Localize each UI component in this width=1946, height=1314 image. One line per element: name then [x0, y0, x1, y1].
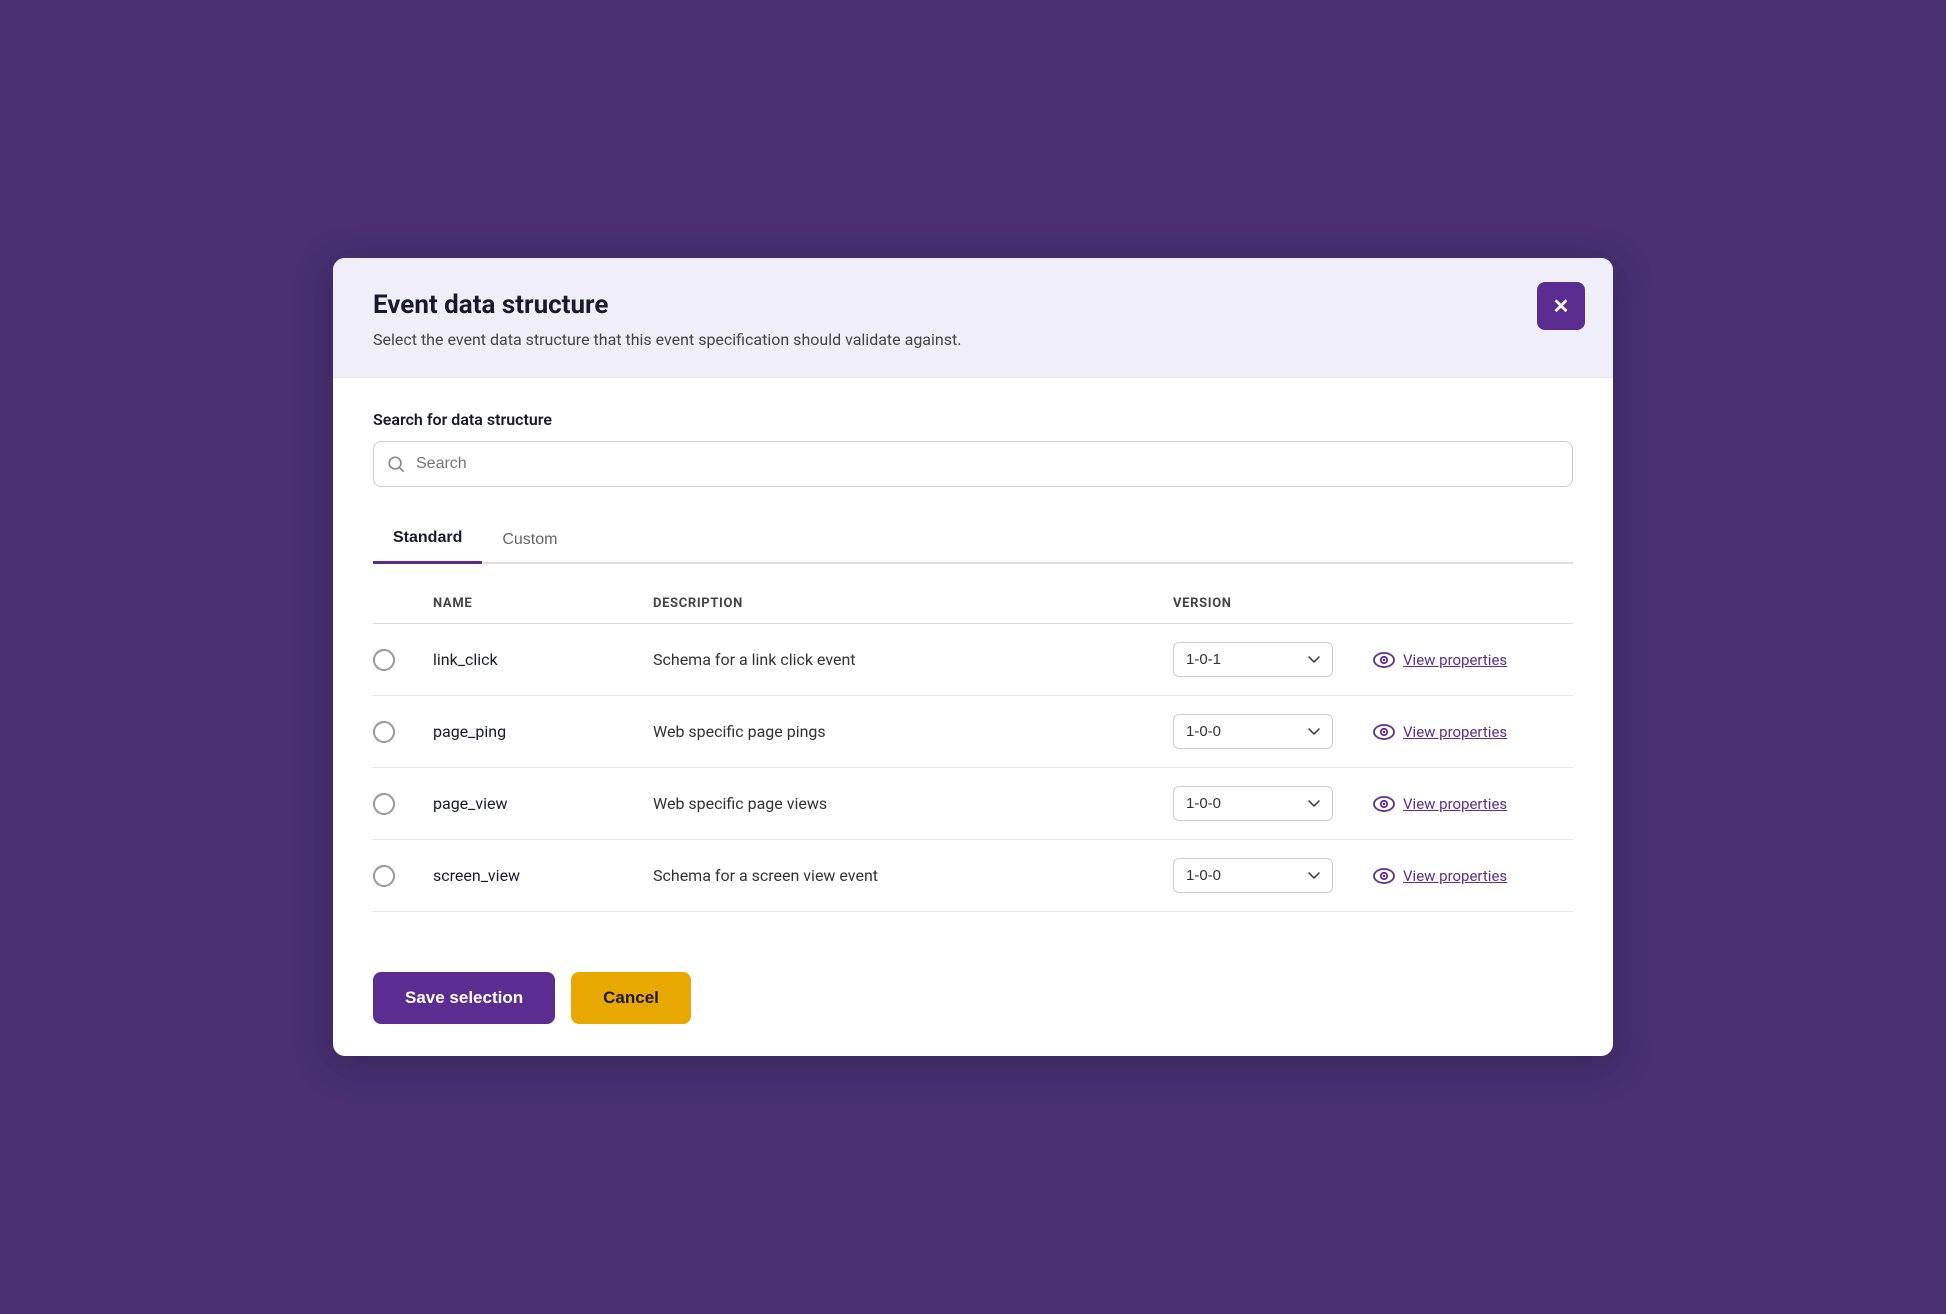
eye-icon-page-ping [1373, 724, 1395, 740]
search-input[interactable] [373, 441, 1573, 487]
radio-screen-view[interactable] [373, 865, 395, 887]
radio-cell-page-view [373, 793, 433, 815]
table-row: page_view Web specific page views 1-0-0 [373, 768, 1573, 840]
version-select-link-click[interactable]: 1-0-1 1-0-0 [1173, 642, 1333, 677]
radio-cell-link-click [373, 649, 433, 671]
table-header: NAME DESCRIPTION VERSION [373, 588, 1573, 624]
table-row: link_click Schema for a link click event… [373, 624, 1573, 696]
search-wrapper [373, 441, 1573, 487]
name-page-view: page_view [433, 794, 653, 813]
col-version: VERSION [1173, 596, 1373, 611]
view-properties-page-view[interactable]: View properties [1403, 795, 1507, 813]
modal-body: Search for data structure Standard Custo… [333, 378, 1613, 948]
col-actions [1373, 596, 1573, 611]
version-select-page-ping[interactable]: 1-0-0 [1173, 714, 1333, 749]
data-structure-table: NAME DESCRIPTION VERSION link_click Sche… [373, 588, 1573, 912]
name-screen-view: screen_view [433, 866, 653, 885]
desc-screen-view: Schema for a screen view event [653, 866, 1173, 885]
view-properties-link-click[interactable]: View properties [1403, 651, 1507, 669]
radio-cell-screen-view [373, 865, 433, 887]
tabs-container: Standard Custom [373, 515, 1573, 564]
col-name: NAME [433, 596, 653, 611]
modal-header: Event data structure Select the event da… [333, 258, 1613, 378]
close-icon: ✕ [1553, 294, 1570, 319]
name-link-click: link_click [433, 650, 653, 669]
version-cell-page-ping: 1-0-0 [1173, 714, 1373, 749]
tab-standard[interactable]: Standard [373, 517, 482, 564]
desc-page-view: Web specific page views [653, 794, 1173, 813]
tab-custom[interactable]: Custom [482, 517, 577, 564]
modal-subtitle: Select the event data structure that thi… [373, 330, 1573, 349]
modal-overlay: Event data structure Select the event da… [0, 0, 1946, 1314]
version-cell-link-click: 1-0-1 1-0-0 [1173, 642, 1373, 677]
radio-cell-page-ping [373, 721, 433, 743]
close-button[interactable]: ✕ [1537, 282, 1585, 330]
col-description: DESCRIPTION [653, 596, 1173, 611]
cancel-button[interactable]: Cancel [571, 972, 691, 1024]
save-selection-button[interactable]: Save selection [373, 972, 555, 1024]
version-cell-screen-view: 1-0-0 [1173, 858, 1373, 893]
actions-link-click: View properties [1373, 651, 1573, 669]
eye-icon-page-view [1373, 796, 1395, 812]
radio-link-click[interactable] [373, 649, 395, 671]
name-page-ping: page_ping [433, 722, 653, 741]
modal-container: Event data structure Select the event da… [333, 258, 1613, 1056]
modal-footer: Save selection Cancel [333, 948, 1613, 1056]
actions-screen-view: View properties [1373, 867, 1573, 885]
actions-page-ping: View properties [1373, 723, 1573, 741]
radio-page-ping[interactable] [373, 721, 395, 743]
version-cell-page-view: 1-0-0 [1173, 786, 1373, 821]
eye-icon-screen-view [1373, 868, 1395, 884]
view-properties-page-ping[interactable]: View properties [1403, 723, 1507, 741]
desc-link-click: Schema for a link click event [653, 650, 1173, 669]
version-select-screen-view[interactable]: 1-0-0 [1173, 858, 1333, 893]
radio-page-view[interactable] [373, 793, 395, 815]
col-select [373, 596, 433, 611]
view-properties-screen-view[interactable]: View properties [1403, 867, 1507, 885]
actions-page-view: View properties [1373, 795, 1573, 813]
table-row: screen_view Schema for a screen view eve… [373, 840, 1573, 912]
version-select-page-view[interactable]: 1-0-0 [1173, 786, 1333, 821]
desc-page-ping: Web specific page pings [653, 722, 1173, 741]
table-row: page_ping Web specific page pings 1-0-0 [373, 696, 1573, 768]
eye-icon-link-click [1373, 652, 1395, 668]
search-icon [387, 455, 405, 473]
search-label: Search for data structure [373, 410, 1573, 429]
modal-title: Event data structure [373, 290, 1573, 320]
